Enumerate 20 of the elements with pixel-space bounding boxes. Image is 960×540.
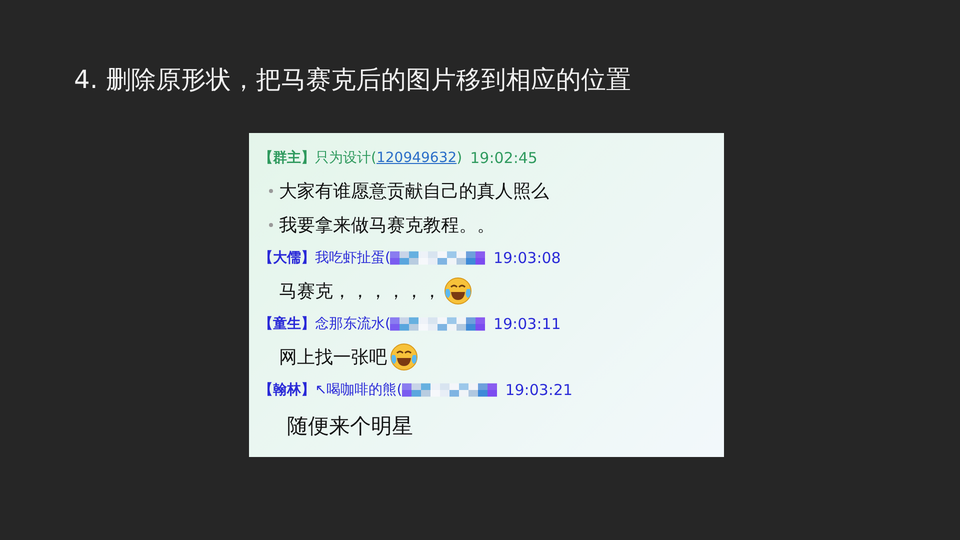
member-rank: 【翰林】 — [259, 381, 315, 399]
message-text: 马赛克，，，，，， — [279, 280, 441, 303]
message-text: 网上找一张吧 — [279, 346, 387, 369]
slide-title: 4. 删除原形状，把马赛克后的图片移到相应的位置 — [74, 64, 632, 96]
message-time: 19:03:21 — [505, 381, 573, 399]
member-rank: 【群主】 — [259, 149, 315, 167]
sender-name-end: ) — [456, 150, 462, 166]
sender-name: 念那东流水( — [315, 315, 390, 333]
message-time: 19:02:45 — [470, 149, 538, 167]
account-link[interactable]: 120949632 — [376, 150, 457, 166]
message-text: 我要拿来做马赛克教程。。 — [279, 214, 495, 237]
sender-name: 只为设计( — [315, 149, 376, 167]
message-time: 19:03:08 — [493, 249, 561, 267]
sender-name: ↖喝咖啡的熊( — [315, 381, 402, 399]
message-time: 19:03:11 — [493, 315, 561, 333]
member-rank: 【大儒】 — [259, 249, 315, 267]
member-rank: 【童生】 — [259, 315, 315, 333]
message-text: 随便来个明星 — [287, 413, 413, 440]
sender-name: 我吃虾扯蛋( — [315, 249, 390, 267]
message-text: 大家有谁愿意贡献自己的真人照么 — [279, 180, 549, 203]
